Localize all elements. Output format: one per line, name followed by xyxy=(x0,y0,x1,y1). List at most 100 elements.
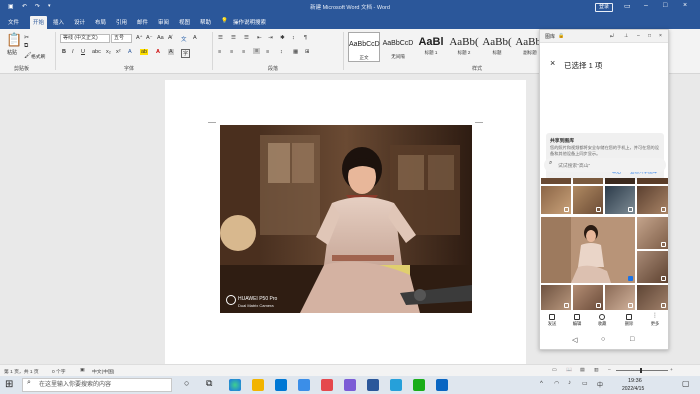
subscript-icon[interactable]: x₂ xyxy=(106,49,111,55)
tab-design[interactable]: 设计 xyxy=(74,18,85,26)
edit-tool[interactable]: 编辑 xyxy=(568,314,586,327)
maximize-icon[interactable]: □ xyxy=(663,2,667,9)
borders-icon[interactable]: ⊞ xyxy=(305,49,310,55)
style-normal[interactable]: AaBbCcD 正文 xyxy=(348,32,380,62)
italic-button[interactable]: I xyxy=(72,49,74,55)
multilevel-list-icon[interactable]: ☰ xyxy=(244,35,249,41)
windows-start-icon[interactable]: ⊞ xyxy=(5,379,13,390)
send-tool[interactable]: 发送 xyxy=(543,314,561,327)
task-view-icon[interactable]: ○ xyxy=(184,378,189,388)
style-title[interactable]: AaBb( 标题 xyxy=(481,32,513,62)
edge-icon[interactable] xyxy=(229,379,241,391)
file-explorer-icon[interactable] xyxy=(252,379,264,391)
gallery-thumbnail[interactable] xyxy=(573,178,603,184)
gallery-thumbnail[interactable] xyxy=(541,178,571,184)
gallery-thumbnail[interactable] xyxy=(541,285,571,310)
minimize-icon[interactable]: – xyxy=(644,2,648,9)
favorite-tool[interactable]: 收藏 xyxy=(593,314,611,327)
phone-search-input[interactable]: ⌕ 试试搜索"高山" xyxy=(544,158,666,172)
gallery-thumbnail[interactable] xyxy=(637,285,668,310)
tell-me-search[interactable]: 操作说明搜索 xyxy=(233,18,266,26)
rotate-icon[interactable]: ⤾ xyxy=(610,33,614,39)
taskbar-search-input[interactable]: 在这里输入你要搜索的内容 xyxy=(22,378,172,392)
change-case-icon[interactable]: Aa xyxy=(157,35,164,41)
close-selection-icon[interactable]: × xyxy=(550,58,555,68)
style-heading-2[interactable]: AaBb( 标题 2 xyxy=(448,32,480,62)
select-checkbox[interactable] xyxy=(628,303,633,308)
select-checkbox[interactable] xyxy=(661,242,666,247)
inserted-photo[interactable]: HUAWEI P50 Pro Dual Matrix Camera xyxy=(220,125,472,313)
media-icon[interactable] xyxy=(321,379,333,391)
gallery-thumbnail-selected[interactable] xyxy=(541,217,635,283)
shrink-font-icon[interactable]: A⁻ xyxy=(146,35,153,41)
font-color-button[interactable]: A xyxy=(156,49,160,55)
char-border-icon[interactable]: A xyxy=(193,35,197,41)
highlight-icon[interactable]: ab xyxy=(140,49,149,55)
tab-file[interactable]: 文件 xyxy=(8,18,19,26)
recents-nav-icon[interactable]: □ xyxy=(630,336,634,343)
battery-icon[interactable]: ▭ xyxy=(582,380,588,387)
word-taskbar-icon[interactable] xyxy=(367,379,379,391)
select-checkbox[interactable] xyxy=(564,303,569,308)
select-checkbox-checked[interactable] xyxy=(628,276,633,281)
tray-chevron-icon[interactable]: ^ xyxy=(540,381,543,387)
gallery-thumbnail[interactable] xyxy=(541,186,571,214)
paste-icon[interactable]: 📋 xyxy=(6,32,22,48)
bullets-icon[interactable]: ☰ xyxy=(218,35,223,41)
text-effects-icon[interactable]: A xyxy=(128,49,132,55)
network-icon[interactable]: ◠ xyxy=(554,380,559,387)
gallery-thumbnail[interactable] xyxy=(637,217,668,249)
distributed-icon[interactable]: ≡ xyxy=(266,49,269,55)
notification-icon[interactable]: ▢ xyxy=(682,379,690,388)
font-family-select[interactable]: 等线 (中文正文) xyxy=(60,34,110,43)
gallery-thumbnail[interactable] xyxy=(605,285,635,310)
grow-font-icon[interactable]: A⁺ xyxy=(136,35,143,41)
home-nav-icon[interactable]: ○ xyxy=(601,336,605,343)
align-center-icon[interactable]: ≡ xyxy=(230,49,233,55)
tab-home[interactable]: 开始 xyxy=(30,16,48,29)
select-checkbox[interactable] xyxy=(661,303,666,308)
mail-icon[interactable] xyxy=(275,379,287,391)
fullscreen-icon[interactable]: □ xyxy=(648,33,651,39)
cut-icon[interactable]: ✂ xyxy=(24,34,29,41)
zoom-out-icon[interactable]: – xyxy=(608,368,611,373)
numbering-icon[interactable]: ☰ xyxy=(231,35,236,41)
phone-screen-window[interactable]: 图库 🔒 ⤾ ⊥ – □ × × 已选择 1 项 共享到图库 您的照片和视频都将… xyxy=(539,29,669,350)
web-layout-icon[interactable]: ▥ xyxy=(594,368,599,373)
pin-icon[interactable]: ⊥ xyxy=(624,33,628,39)
select-checkbox[interactable] xyxy=(596,207,601,212)
tab-mailings[interactable]: 邮件 xyxy=(137,18,148,26)
tab-layout[interactable]: 布局 xyxy=(95,18,106,26)
gallery-thumbnail[interactable] xyxy=(605,186,635,214)
lock-icon[interactable]: 🔒 xyxy=(558,33,564,39)
gallery-thumbnail[interactable] xyxy=(637,178,668,184)
huawei-pc-manager-icon[interactable] xyxy=(390,379,402,391)
page-count[interactable]: 第 1 页，共 1 页 xyxy=(4,368,39,375)
select-checkbox[interactable] xyxy=(661,276,666,281)
proofing-icon[interactable]: ▣ xyxy=(80,368,85,373)
bold-button[interactable]: B xyxy=(62,49,66,55)
delete-tool[interactable]: 删除 xyxy=(620,314,638,327)
clear-format-icon[interactable]: A̸ xyxy=(168,35,172,41)
select-checkbox[interactable] xyxy=(564,207,569,212)
gallery-thumbnail[interactable] xyxy=(637,251,668,283)
strikethrough-icon[interactable]: abc xyxy=(92,49,101,55)
clock-date[interactable]: 2022/4/15 xyxy=(622,386,644,392)
line-spacing-icon[interactable]: ↕ xyxy=(280,49,283,55)
store-icon[interactable] xyxy=(298,379,310,391)
zoom-in-icon[interactable]: + xyxy=(670,368,673,373)
font-size-select[interactable]: 五号 xyxy=(111,34,132,43)
select-checkbox[interactable] xyxy=(596,303,601,308)
ribbon-display-icon[interactable]: ▭ xyxy=(624,2,631,10)
style-no-spacing[interactable]: AaBbCcD 无间隔 xyxy=(382,32,414,62)
phonetic-icon[interactable]: 文 xyxy=(181,35,187,43)
gallery-thumbnail[interactable] xyxy=(637,186,668,214)
gallery-thumbnail[interactable] xyxy=(573,285,603,310)
copy-icon[interactable]: ⧉ xyxy=(24,43,28,50)
char-shading-icon[interactable]: A xyxy=(168,49,174,55)
photos-icon[interactable] xyxy=(344,379,356,391)
style-heading-1[interactable]: AaBl 标题 1 xyxy=(415,32,447,62)
align-right-icon[interactable]: ≡ xyxy=(242,49,245,55)
tab-references[interactable]: 引用 xyxy=(116,18,127,26)
enclose-char-icon[interactable]: 字 xyxy=(181,49,191,58)
